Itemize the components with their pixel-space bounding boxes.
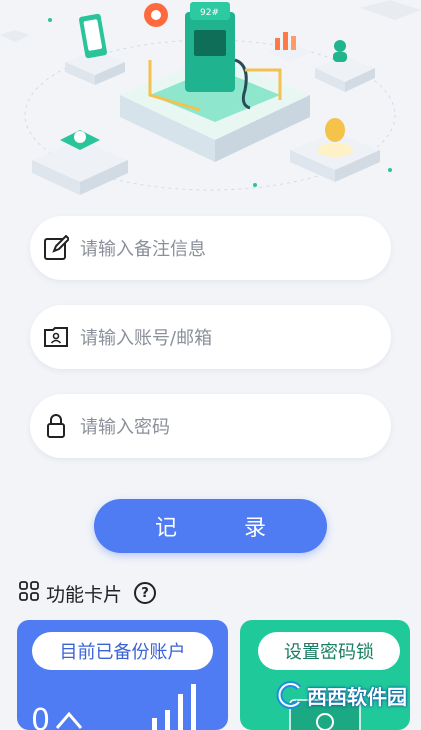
lock-icon: [43, 413, 69, 439]
backup-accounts-card[interactable]: 目前已备份账户 0: [17, 620, 228, 730]
watermark-logo: 西西软件园: [275, 680, 407, 710]
account-field[interactable]: 请输入账号/邮箱: [30, 305, 391, 369]
account-input[interactable]: 请输入账号/邮箱: [80, 324, 212, 350]
watermark-icon: [276, 681, 302, 709]
note-input[interactable]: 请输入备注信息: [80, 235, 206, 261]
contact-card-icon: [43, 324, 69, 350]
edit-icon: [43, 235, 69, 261]
password-field[interactable]: 请输入密码: [30, 394, 391, 458]
pump-label: 92#: [200, 8, 219, 18]
password-input[interactable]: 请输入密码: [80, 413, 170, 439]
help-icon[interactable]: ?: [134, 582, 157, 604]
password-lock-card[interactable]: 设置密码锁: [240, 620, 410, 730]
function-cards-header: 功能卡片 ?: [18, 580, 157, 606]
grid-icon: [18, 580, 40, 606]
record-button[interactable]: 记 录: [94, 499, 327, 553]
card-decoration: 0: [31, 684, 196, 730]
backup-accounts-label: 目前已备份账户: [32, 632, 213, 670]
svg-text:0: 0: [31, 703, 50, 730]
section-title: 功能卡片: [46, 583, 123, 606]
password-lock-label: 设置密码锁: [258, 632, 400, 670]
note-field[interactable]: 请输入备注信息: [30, 216, 391, 280]
hero-illustration: 92#: [0, 0, 421, 195]
watermark-text: 西西软件园: [307, 684, 407, 709]
